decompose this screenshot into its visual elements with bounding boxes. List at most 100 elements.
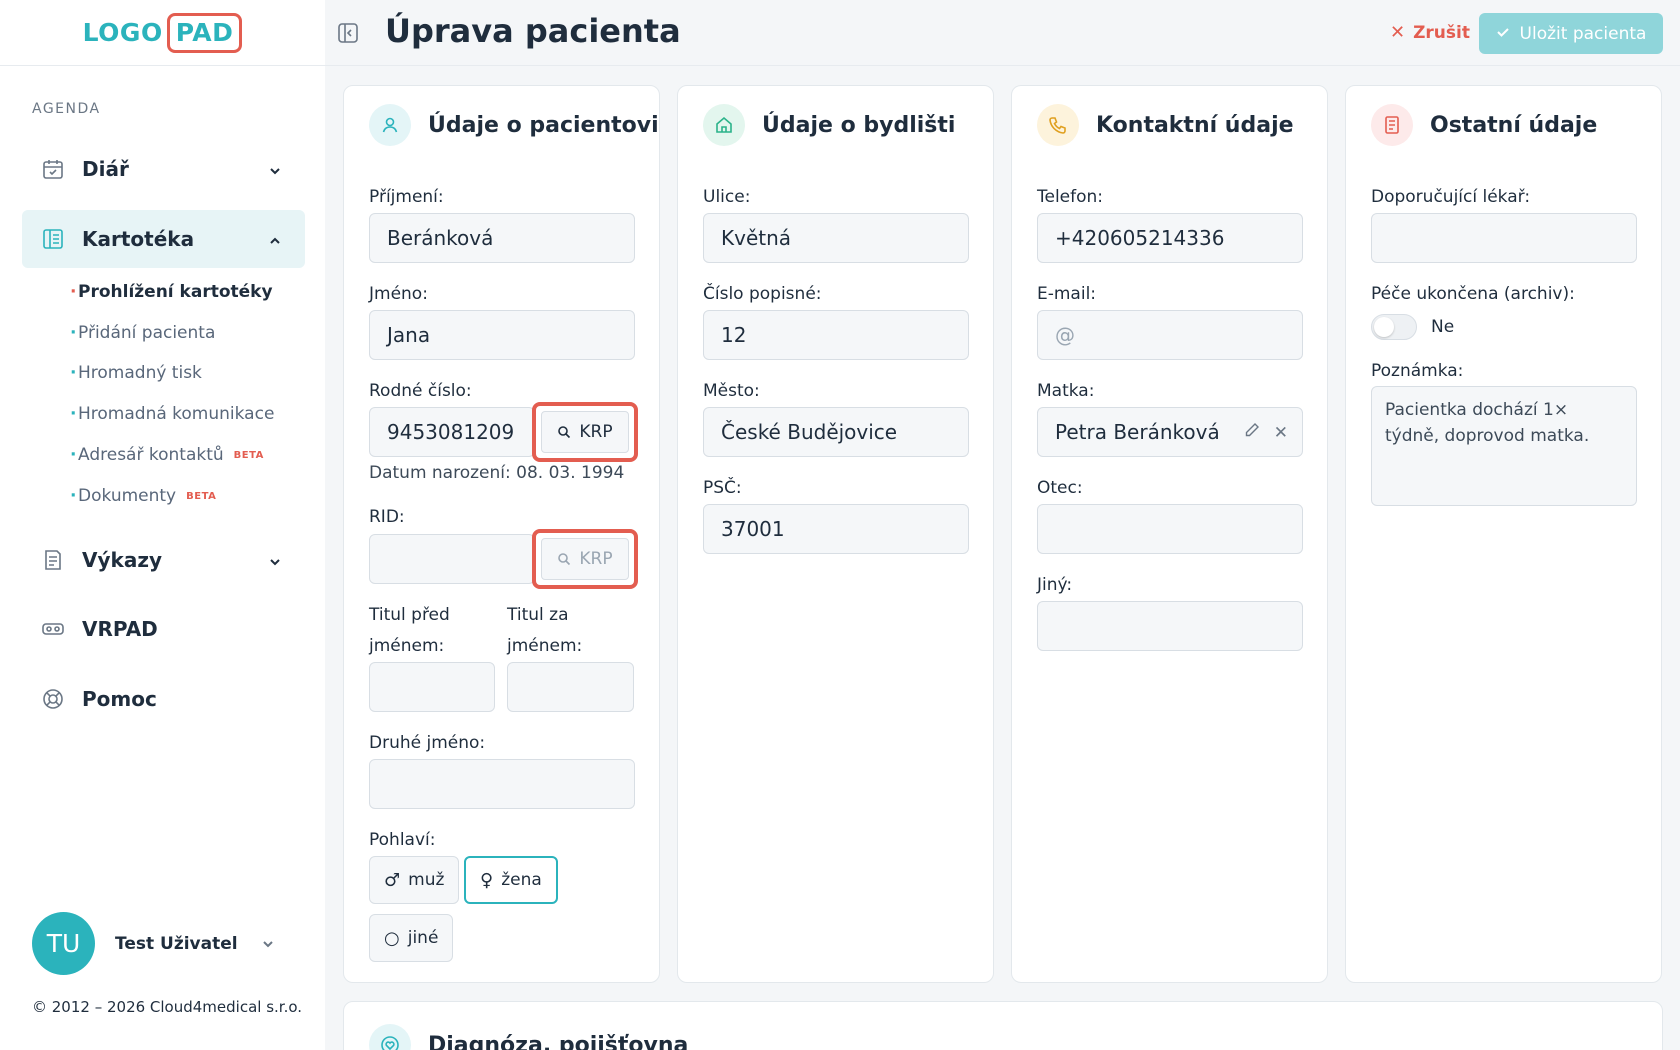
title-after-label: jménem: xyxy=(507,636,582,656)
second-name-label: Druhé jméno: xyxy=(369,733,486,753)
sidebar-subitem-label: Hromadná komunikace xyxy=(78,404,275,424)
sidebar-subitem-label: Prohlížení kartotéky xyxy=(78,282,273,302)
gender-option-male[interactable]: ♂ muž xyxy=(369,856,460,904)
zip-field[interactable]: 37001 xyxy=(703,504,969,554)
edit-icon[interactable] xyxy=(1244,422,1260,443)
sidebar: LOGO PAD AGENDA Diář Kartotéka Prohlížen… xyxy=(0,0,325,1050)
card-title: Diagnóza, pojišťovna xyxy=(428,1032,689,1050)
title-before-label: Titul před xyxy=(369,605,450,625)
phone-icon xyxy=(1037,104,1079,146)
gender-option-female[interactable]: ♀ žena xyxy=(464,856,558,904)
email-field[interactable]: @ xyxy=(1037,310,1303,360)
user-name: Test Uživatel xyxy=(115,933,238,954)
search-icon xyxy=(558,426,571,439)
surname-field[interactable]: Beránková xyxy=(369,213,635,263)
father-field[interactable] xyxy=(1037,504,1303,554)
chevron-down-icon xyxy=(267,551,283,567)
label-line: Titul za xyxy=(507,605,569,625)
sidebar-subitem-hromadny-tisk[interactable]: Hromadný tisk xyxy=(70,363,202,383)
mother-field[interactable]: Petra Beránková ✕ xyxy=(1037,407,1303,457)
father-label: Otec: xyxy=(1037,478,1083,498)
lifebuoy-icon xyxy=(40,686,66,712)
book-icon xyxy=(40,226,66,252)
rid-field[interactable] xyxy=(369,534,535,584)
sidebar-item-pomoc[interactable]: Pomoc xyxy=(22,670,305,728)
sidebar-subitem-pridani[interactable]: Přidání pacienta xyxy=(70,323,216,343)
phone-field[interactable]: +420605214336 xyxy=(1037,213,1303,263)
copyright: © 2012 – 2026 Cloud4medical s.r.o. xyxy=(32,998,303,1016)
referring-doctor-field[interactable] xyxy=(1371,213,1637,263)
title-before-label: jménem: xyxy=(369,636,444,656)
chevron-down-icon xyxy=(267,160,283,176)
archive-label: Péče ukončena (archiv): xyxy=(1371,284,1575,304)
sidebar-subitem-dokumenty[interactable]: Dokumenty BETA xyxy=(70,486,216,506)
archive-toggle[interactable] xyxy=(1371,314,1417,340)
krp-button-disabled[interactable]: KRP xyxy=(541,538,629,580)
save-patient-button[interactable]: Uložit pacienta xyxy=(1479,13,1663,54)
user-menu[interactable]: TU Test Uživatel xyxy=(32,912,276,975)
krp-button[interactable]: KRP xyxy=(541,411,629,453)
krp-label: KRP xyxy=(579,422,613,442)
beta-badge: BETA xyxy=(233,449,264,461)
title-after-field[interactable] xyxy=(507,662,634,712)
gender-option-label: jiné xyxy=(407,928,439,948)
other-contact-label: Jiný: xyxy=(1037,575,1073,595)
birth-number-label: Rodné číslo: xyxy=(369,381,472,401)
street-field[interactable]: Květná xyxy=(703,213,969,263)
document-icon xyxy=(1371,104,1413,146)
sidebar-collapse-icon[interactable] xyxy=(337,22,359,44)
logo[interactable]: LOGO PAD xyxy=(82,12,243,53)
second-name-field[interactable] xyxy=(369,759,635,809)
sidebar-item-label: VRPAD xyxy=(82,617,158,641)
sidebar-item-diar[interactable]: Diář xyxy=(22,140,305,198)
mother-label: Matka: xyxy=(1037,381,1095,401)
krp-highlight: KRP xyxy=(532,529,638,589)
name-label: Jméno: xyxy=(369,284,428,304)
sidebar-subitem-prohlizeni[interactable]: Prohlížení kartotéky xyxy=(70,282,273,302)
sidebar-item-label: Diář xyxy=(82,157,129,181)
card-title: Údaje o bydlišti xyxy=(762,112,956,138)
archive-value: Ne xyxy=(1431,317,1455,337)
check-icon xyxy=(1496,24,1510,44)
label-line: Titul před xyxy=(369,605,450,625)
field-actions: ✕ xyxy=(1244,422,1288,443)
referring-doctor-label: Doporučující lékař: xyxy=(1371,187,1531,207)
sidebar-subitem-hromadna-komunikace[interactable]: Hromadná komunikace xyxy=(70,404,275,424)
sidebar-item-kartoteka[interactable]: Kartotéka xyxy=(22,210,305,268)
page-title: Úprava pacienta xyxy=(385,12,681,50)
header: Úprava pacienta ✕ Zrušit Uložit pacienta xyxy=(325,0,1680,66)
heart-icon xyxy=(369,1024,411,1050)
card-header: Údaje o pacientovi xyxy=(369,104,659,146)
title-before-field[interactable] xyxy=(369,662,495,712)
close-icon: ✕ xyxy=(1390,22,1406,43)
other-contact-field[interactable] xyxy=(1037,601,1303,651)
chevron-down-icon xyxy=(260,936,276,952)
contact-card: Kontaktní údaje Telefon: +420605214336 E… xyxy=(1011,85,1328,983)
section-label-agenda: AGENDA xyxy=(32,101,101,117)
sidebar-subitem-label: Přidání pacienta xyxy=(78,323,216,343)
logo-text-part1: LOGO xyxy=(82,18,163,47)
krp-highlight: KRP xyxy=(532,402,638,462)
sidebar-subitem-label: Dokumenty xyxy=(78,486,177,506)
house-number-field[interactable]: 12 xyxy=(703,310,969,360)
gender-option-other[interactable]: ○ jiné xyxy=(369,914,454,962)
toggle-knob xyxy=(1374,317,1394,337)
address-card: Údaje o bydlišti Ulice: Květná Číslo pop… xyxy=(677,85,994,983)
logo-area: LOGO PAD xyxy=(0,0,325,66)
sidebar-item-vykazy[interactable]: Výkazy xyxy=(22,531,305,589)
city-label: Město: xyxy=(703,381,760,401)
gender-option-label: muž xyxy=(408,870,445,890)
sidebar-subitem-adresar[interactable]: Adresář kontaktů BETA xyxy=(70,445,264,465)
label-line: jménem: xyxy=(507,636,583,656)
surname-label: Příjmení: xyxy=(369,187,444,207)
clear-icon[interactable]: ✕ xyxy=(1274,423,1288,443)
note-textarea[interactable]: Pacientka dochází 1× týdně, doprovod mat… xyxy=(1371,386,1637,506)
cancel-button[interactable]: ✕ Zrušit xyxy=(1390,22,1470,43)
sidebar-item-vrpad[interactable]: VRPAD xyxy=(22,600,305,658)
birth-number-field[interactable]: 9453081209 xyxy=(369,407,535,457)
gender-label: Pohlaví: xyxy=(369,830,436,850)
krp-label: KRP xyxy=(579,549,613,569)
name-field[interactable]: Jana xyxy=(369,310,635,360)
city-field[interactable]: České Budějovice xyxy=(703,407,969,457)
email-label: E-mail: xyxy=(1037,284,1097,304)
